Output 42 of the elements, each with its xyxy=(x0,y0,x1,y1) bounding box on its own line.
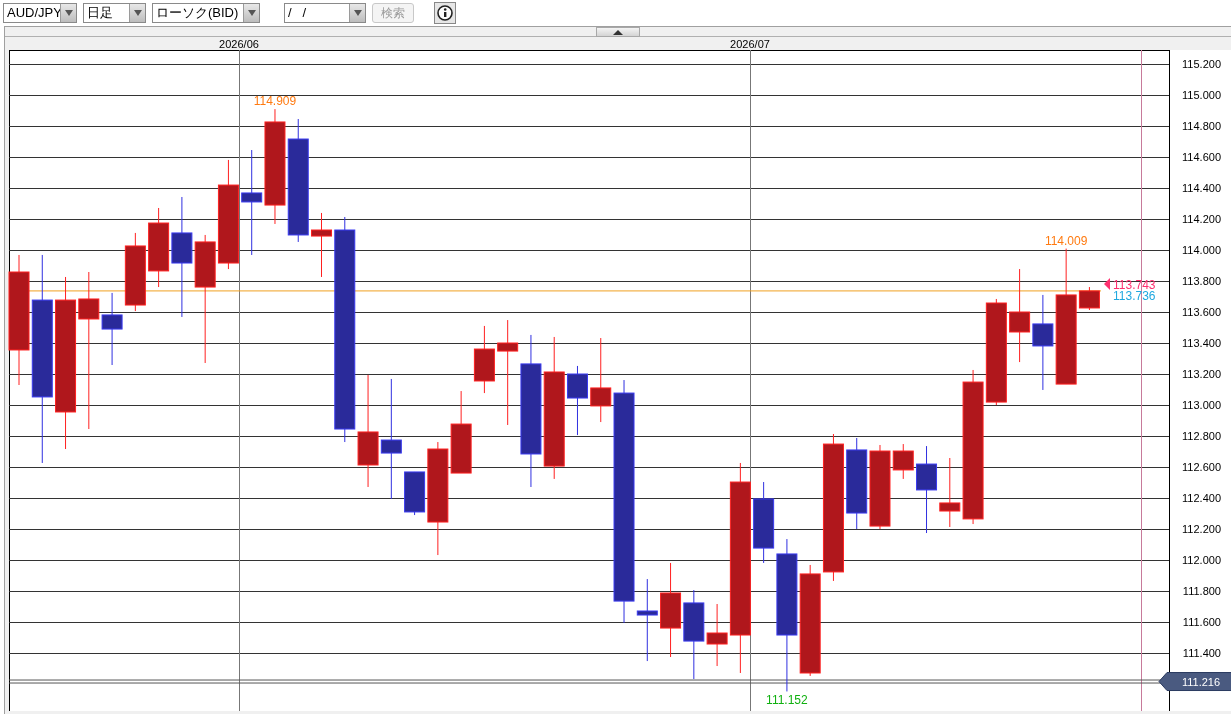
price-axis-label: 113.600 xyxy=(1182,306,1221,318)
high-price-label: 114.909 xyxy=(253,94,297,109)
price-axis-label: 111.800 xyxy=(1182,585,1221,597)
info-icon xyxy=(437,5,453,21)
price-axis-label: 114.400 xyxy=(1182,182,1221,194)
caret-icon xyxy=(247,10,256,16)
candlestick xyxy=(567,365,588,436)
info-button[interactable] xyxy=(434,2,456,24)
caret-icon xyxy=(353,10,362,16)
caret-icon xyxy=(64,10,73,16)
collapse-button[interactable] xyxy=(596,27,640,37)
high-price-label: 114.009 xyxy=(1044,233,1088,248)
price-axis-label: 113.000 xyxy=(1182,399,1221,411)
price-axis-label: 112.000 xyxy=(1182,554,1221,566)
caret-icon xyxy=(133,10,142,16)
chart-type-select[interactable]: ローソク(BID) xyxy=(152,3,260,23)
date-label: 2026/07 xyxy=(730,38,770,50)
price-axis-label: 115.000 xyxy=(1182,89,1221,101)
date-label: 2026/06 xyxy=(219,38,259,50)
low-price-label: 111.152 xyxy=(766,693,808,708)
date-field[interactable]: / / xyxy=(284,3,366,23)
candlestick xyxy=(473,325,495,394)
triangle-up-icon xyxy=(613,29,623,35)
price-axis-label: 112.800 xyxy=(1182,430,1221,442)
price-axis-label: 114.600 xyxy=(1182,151,1221,163)
price-axis-label: 111.600 xyxy=(1182,616,1221,628)
symbol-select[interactable]: AUD/JPY xyxy=(3,3,77,23)
price-axis-label: 114.800 xyxy=(1182,120,1221,132)
price-axis-label: 113.400 xyxy=(1182,337,1221,349)
price-axis-label: 112.600 xyxy=(1182,461,1221,473)
price-axis-label: 115.200 xyxy=(1182,58,1221,70)
price-axis-label: 111.400 xyxy=(1182,647,1221,659)
price-axis-label: 114.000 xyxy=(1182,244,1221,256)
timeframe-select[interactable]: 日足 xyxy=(83,3,146,23)
candlestick xyxy=(311,212,332,278)
price-axis-label: 112.400 xyxy=(1182,492,1221,504)
ask-marker-icon xyxy=(1104,277,1110,290)
price-axis-label: 114.200 xyxy=(1182,213,1221,225)
current-price-tag: 111.216 xyxy=(1158,672,1231,691)
price-axis-label: 113.800 xyxy=(1182,275,1221,287)
price-axis-label: 112.200 xyxy=(1182,523,1221,535)
price-axis-label: 113.200 xyxy=(1182,368,1221,380)
